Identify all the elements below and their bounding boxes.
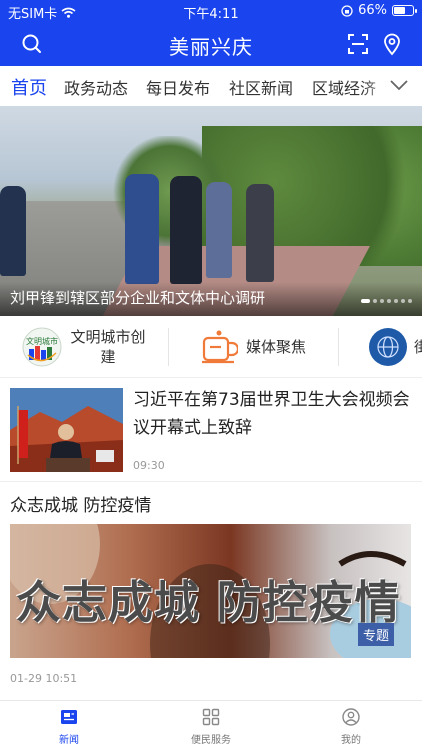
rotation-lock-icon <box>341 4 353 17</box>
news-time: 01-29 10:51 <box>10 672 78 685</box>
media-cup-icon <box>202 330 238 364</box>
news-time: 09:30 <box>133 459 165 472</box>
carousel-dot[interactable] <box>361 299 370 303</box>
quick-link-label: 街 <box>414 337 422 357</box>
logo-text: 文明城市 <box>26 336 58 346</box>
carousel-dot[interactable] <box>408 299 412 303</box>
bottom-nav: 新闻 便民服务 我的 <box>0 700 422 750</box>
news-thumbnail-photo <box>10 388 123 472</box>
carousel-dot[interactable] <box>373 299 377 303</box>
nav-label: 便民服务 <box>191 735 231 746</box>
news-icon <box>61 710 77 724</box>
carousel-dot[interactable] <box>387 299 391 303</box>
tab-government-news[interactable]: 政务动态 <box>64 75 128 99</box>
feature-image-text: 众志成城 防控疫情 <box>16 576 401 629</box>
nav-mine[interactable]: 我的 <box>311 707 391 746</box>
banner-photo-person <box>206 182 232 278</box>
civilized-city-logo: 文明城市 <box>22 327 62 367</box>
nav-services[interactable]: 便民服务 <box>171 707 251 746</box>
tab-home[interactable]: 首页 <box>11 74 47 100</box>
user-icon <box>342 708 360 726</box>
quick-link-media-focus[interactable]: 媒体聚焦 <box>200 316 330 377</box>
news-feature-image[interactable]: 众志成城 防控疫情 专题 <box>10 524 411 658</box>
news-headline[interactable]: 习近平在第73届世界卫生大会视频会议开幕式上致辞 <box>133 386 413 442</box>
nav-label: 我的 <box>341 735 361 746</box>
banner-photo-person <box>0 186 26 276</box>
quick-link-street[interactable]: 街 <box>368 316 422 377</box>
chevron-down-icon[interactable] <box>390 78 408 92</box>
nav-label: 新闻 <box>59 735 79 746</box>
app-header: 美丽兴庆 <box>0 22 422 66</box>
battery-percent: 66% <box>358 3 387 18</box>
location-icon[interactable] <box>380 32 404 56</box>
battery-icon <box>392 5 417 16</box>
banner-photo-person <box>246 184 274 282</box>
divider <box>338 328 339 366</box>
grid-icon <box>202 708 220 726</box>
tab-community-news[interactable]: 社区新闻 <box>229 75 293 99</box>
carousel-dot[interactable] <box>380 299 384 303</box>
nav-news[interactable]: 新闻 <box>29 707 109 746</box>
banner-carousel[interactable]: 刘甲锋到辖区部分企业和文体中心调研 <box>0 106 422 316</box>
banner-photo-person <box>125 174 159 284</box>
globe-icon <box>369 328 407 366</box>
banner-photo-trees <box>202 126 422 266</box>
quick-link-civilized-city[interactable]: 文明城市 文明城市创建 <box>22 316 162 377</box>
carousel-indicator <box>361 299 412 303</box>
quick-links: 文明城市 文明城市创建 媒体聚焦 街 <box>0 316 422 378</box>
banner-photo-person <box>170 176 202 284</box>
banner-caption[interactable]: 刘甲锋到辖区部分企业和文体中心调研 <box>10 287 265 308</box>
divider <box>168 328 169 366</box>
carousel-dot[interactable] <box>401 299 405 303</box>
scan-icon[interactable] <box>346 32 370 56</box>
topic-badge: 专题 <box>357 623 394 646</box>
carousel-dot[interactable] <box>394 299 398 303</box>
news-item[interactable]: 习近平在第73届世界卫生大会视频会议开幕式上致辞 09:30 <box>0 378 422 482</box>
news-thumbnail <box>10 388 123 472</box>
category-tabs: 首页 政务动态 每日发布 社区新闻 区域经济 <box>0 66 422 106</box>
quick-link-label: 媒体聚焦 <box>246 338 307 356</box>
quick-link-label: 文明城市创建 <box>70 328 146 366</box>
news-headline[interactable]: 众志成城 防控疫情 <box>10 491 151 516</box>
status-bar: 无SIM卡 下午4:11 66% <box>0 0 422 22</box>
tab-daily-release[interactable]: 每日发布 <box>146 75 210 99</box>
